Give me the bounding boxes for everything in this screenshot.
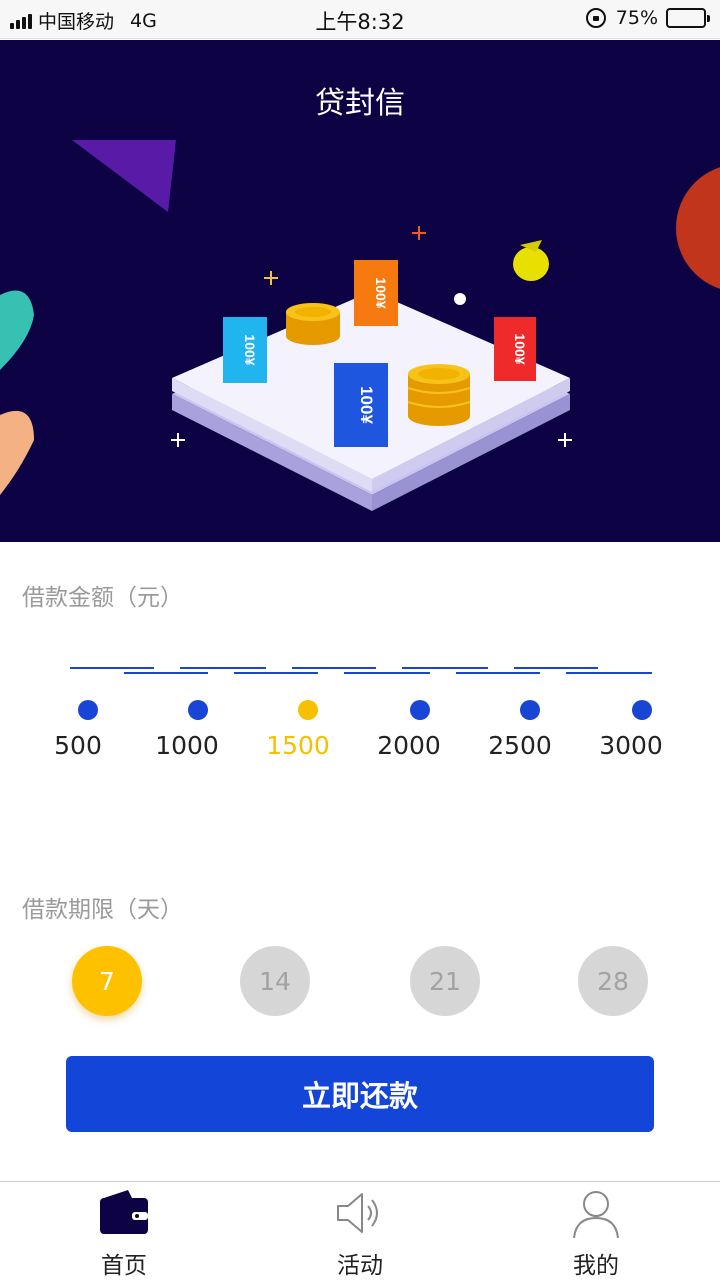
wallet-icon [100,1190,148,1234]
amount-option-label[interactable]: 2500 [465,731,575,760]
ticket-orange: 100¥ [354,260,398,326]
term-option[interactable]: 14 [240,946,310,1016]
status-right: 75% [585,7,710,29]
term-option[interactable]: 28 [578,946,648,1016]
term-label: 借款期限（天） [22,897,183,923]
rotation-lock-icon [585,8,606,28]
amount-option-label[interactable]: 1000 [132,731,242,760]
amount-option-label[interactable]: 2000 [354,731,464,760]
ticket-red-label: 100¥ [512,333,528,364]
status-bar: 中国移动 4G 上午8:32 75% [0,0,720,39]
money-bag-icon [513,240,549,281]
page-title: 贷封信 [315,86,405,121]
amount-option-label[interactable]: 3000 [576,731,686,760]
amount-option-3000-dot[interactable] [632,700,652,720]
battery-percent: 75% [615,7,658,29]
tab-activity[interactable]: 活动 [240,1182,480,1280]
tab-mine[interactable]: 我的 [476,1182,716,1280]
battery-icon [666,8,710,28]
user-icon [573,1191,619,1239]
ticket-blue: 100¥ [334,363,388,447]
ticket-red: 100¥ [494,317,536,381]
tab-home[interactable]: 首页 [4,1182,244,1280]
coin-stack-small [286,303,340,345]
amount-option-label[interactable]: 500 [23,731,133,760]
amount-scale-lines [70,667,652,674]
repay-now-button[interactable]: 立即还款 [66,1056,654,1132]
amount-option-label-selected[interactable]: 1500 [243,731,353,760]
amount-label: 借款金额（元） [22,585,183,611]
decor-circle [676,167,720,289]
ticket-blue-label: 100¥ [357,386,376,424]
tab-mine-label: 我的 [573,1253,619,1279]
amount-option-500-dot[interactable] [78,700,98,720]
coin-stack-large [407,364,471,426]
ticket-cyan-label: 100¥ [242,334,258,365]
decor-triangle [72,140,176,212]
speaker-icon [337,1193,378,1233]
term-option[interactable]: 21 [410,946,480,1016]
amount-option-2500-dot[interactable] [520,700,540,720]
bottom-tab-bar: 首页 活动 我的 [0,1181,720,1280]
amount-option-2000-dot[interactable] [410,700,430,720]
ticket-cyan: 100¥ [223,317,267,383]
hero-banner: 100¥ 100¥ 100¥ 100¥ 贷封信 [0,40,720,542]
amount-option-1000-dot[interactable] [188,700,208,720]
tab-activity-label: 活动 [337,1253,383,1279]
tab-home-label: 首页 [101,1253,147,1279]
term-option-selected[interactable]: 7 [72,946,142,1016]
amount-option-1500-dot[interactable] [298,700,318,720]
decor-teal-shape [0,290,34,370]
ticket-orange-label: 100¥ [373,277,389,308]
decor-peach-shape [0,410,34,495]
